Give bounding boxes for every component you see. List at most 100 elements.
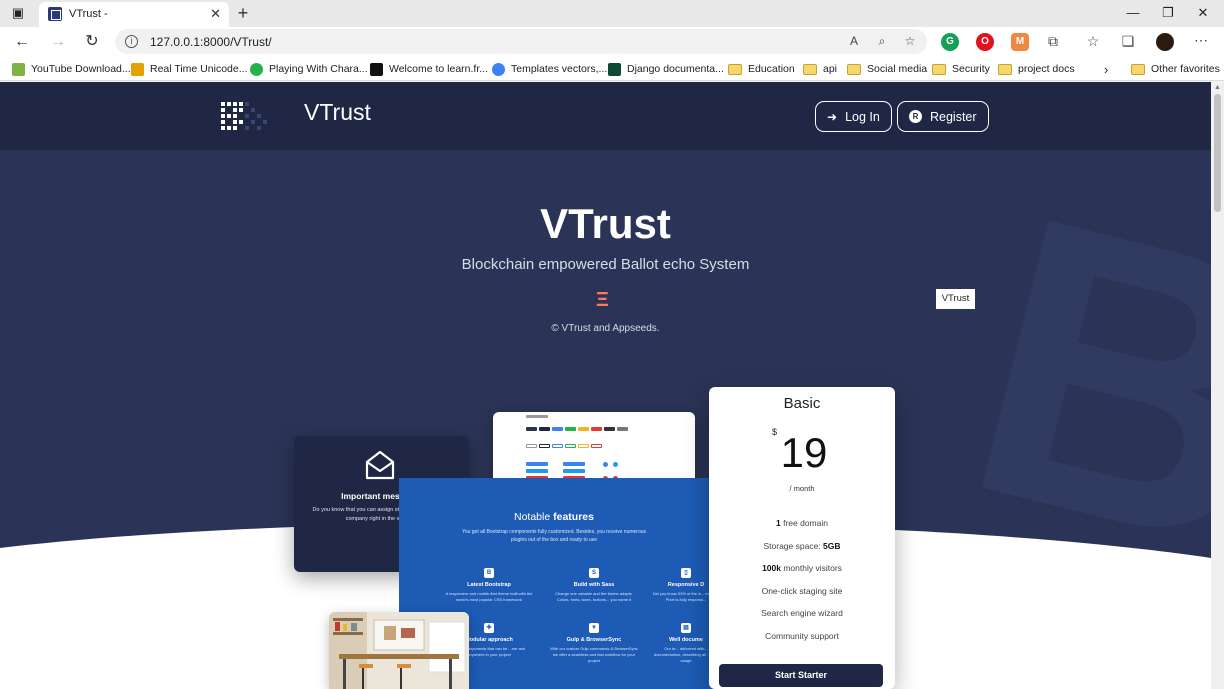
plan-feature: 100k monthly visitors [709,563,895,573]
scrollbar-thumb[interactable] [1214,94,1221,212]
plan-feature-bold: 100k [762,563,781,573]
register-button[interactable]: R Register [897,101,989,132]
bookmark-label: Django documenta... [627,63,724,75]
plan-feature-text: free domain [780,518,828,528]
feature-item: ▼ Gulp & BrowserSync With our custom Gul… [549,623,639,664]
bookmark-icon [250,62,263,76]
bookmark-label: Real Time Unicode... [150,63,248,75]
bookmark-folder[interactable]: Social media [847,61,927,77]
minimize-window-button[interactable]: — [1123,4,1143,22]
bookmark-folder[interactable]: Security [932,61,990,77]
close-window-button[interactable]: ✕ [1193,4,1213,22]
plan-feature-text: Community support [765,631,839,641]
mini-button [604,427,615,431]
profile-avatar[interactable] [1156,33,1174,51]
mini-social-button [563,462,585,466]
bookmark-label: YouTube Download... [31,63,131,75]
bookmark-icon [608,62,621,76]
bookmark-item[interactable]: YouTube Download... [12,61,131,77]
bookmark-folder[interactable]: api [803,61,837,77]
metamask-extension-icon[interactable]: M [1011,33,1029,51]
envelope-open-icon [365,450,395,480]
feature-desc: With our custom Gulp commands & BrowserS… [550,646,638,663]
tab-actions-icon[interactable]: ▣ [8,4,28,22]
zoom-icon[interactable]: ⌕ [874,34,890,49]
maximize-window-button[interactable]: ❐ [1158,4,1178,22]
plan-feature: Storage space: 5GB [709,541,895,551]
register-label: Register [930,109,977,124]
hero-subtitle: Blockchain empowered Ballot echo System [461,256,750,273]
more-menu-icon[interactable]: ⋯ [1193,32,1209,49]
plan-feature: Search engine wizard [709,608,895,618]
login-label: Log In [845,109,880,124]
mini-button [591,427,602,431]
opera-extension-icon[interactable]: O [976,33,994,51]
more-bookmarks-chevron-icon[interactable]: › [1104,61,1108,77]
forward-button[interactable]: → [47,31,69,53]
browser-tab[interactable]: VTrust - ✕ [39,2,229,27]
login-button[interactable]: ➜ Log In [815,101,892,132]
address-bar[interactable]: i 127.0.0.1:8000/VTrust/ A ⌕ ☆ [115,29,927,54]
mini-button [565,427,576,431]
price-currency: $ [772,427,778,437]
mini-outline-button [578,444,589,448]
document-icon: ▤ [681,623,691,633]
bookmark-label: Welcome to learn.fr... [389,63,489,75]
plan-feature-text: One-click staging site [761,586,843,596]
folder-label: Other favorites [1151,63,1220,75]
bookmark-item[interactable]: Real Time Unicode... [131,61,247,77]
favorites-icon[interactable]: ☆ [1085,33,1101,50]
bookmark-folder[interactable]: Education [728,61,795,77]
mini-button [552,427,563,431]
theme-logo-icon: Ξ [596,289,609,311]
close-tab-icon[interactable]: ✕ [210,6,221,22]
bookmark-item[interactable]: Playing With Chara... [250,61,368,77]
bookmark-icon [12,62,25,76]
feature-item: B Latest Bootstrap A responsive and mobi… [444,568,534,603]
site-info-icon[interactable]: i [125,35,138,48]
grammarly-extension-icon[interactable]: G [941,33,959,51]
mini-button [539,427,550,431]
mini-social-button [526,462,548,466]
bookmark-item[interactable]: Welcome to learn.fr... [370,61,488,77]
url-text[interactable]: 127.0.0.1:8000/VTrust/ [150,35,272,49]
mini-button [578,427,589,431]
folder-icon [998,63,1012,75]
feature-desc: Change one variable and the theme adapts… [555,591,633,602]
folder-label: Social media [867,63,928,75]
registered-icon: R [909,110,922,123]
mini-social-button [563,469,585,473]
features-title-plain: Notable [514,511,551,523]
plan-feature: Community support [709,631,895,641]
bookmark-folder[interactable]: project docs [998,61,1075,77]
mobile-icon: ▯ [681,568,691,578]
pricing-card: Basic $ 19 / month 1 free domain Storage… [709,387,895,689]
read-aloud-icon[interactable]: A [846,34,862,48]
page-scrollbar[interactable]: ▲ [1211,82,1224,689]
folder-icon [1131,63,1145,75]
back-button[interactable]: ← [11,31,33,53]
mini-outline-button [526,444,537,448]
bookmark-item[interactable]: Django documenta... [608,61,724,77]
collections-icon[interactable]: ❏ [1120,33,1136,50]
price-amount: 19 [780,429,828,476]
start-starter-button[interactable]: Start Starter [719,664,883,687]
office-photo [329,612,469,689]
mini-heading [526,415,548,418]
bookmark-icon [370,62,383,76]
other-favorites-folder[interactable]: Other favorites [1131,61,1220,77]
bookmarks-bar: YouTube Download... Real Time Unicode...… [0,56,1224,81]
site-brand[interactable]: VTrust [304,99,371,126]
scroll-up-arrow-icon[interactable]: ▲ [1214,84,1221,91]
mini-outline-button [565,444,576,448]
tab-title: VTrust - [69,8,108,20]
bookmark-icon [131,62,144,76]
extensions-icon[interactable]: ⧉ [1045,33,1061,50]
site-logo-icon[interactable] [221,102,271,130]
reload-button[interactable]: ↻ [81,31,103,53]
gulp-icon: ▼ [589,623,599,633]
plan-feature-bold: 5GB [823,541,841,551]
new-tab-button[interactable]: + [233,3,253,23]
add-favorite-icon[interactable]: ☆ [902,34,918,48]
bookmark-item[interactable]: Templates vectors,... [492,61,607,77]
